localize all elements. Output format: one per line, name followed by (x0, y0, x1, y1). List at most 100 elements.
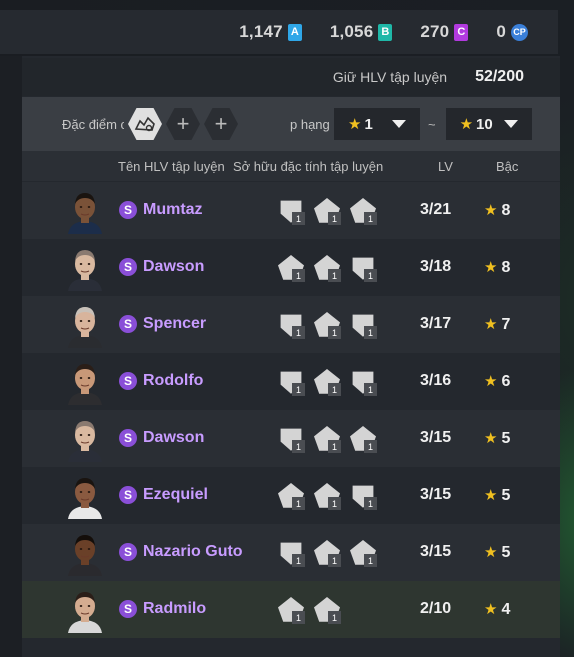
trait-item[interactable]: 1 (278, 538, 314, 568)
star-icon: ★ (484, 544, 498, 561)
add-trait-filter-button-2[interactable]: + (204, 108, 238, 140)
currency-item: 270 C (420, 22, 469, 42)
left-strip (0, 56, 22, 657)
coach-level: 3/15 (420, 429, 452, 446)
rarity-badge: S (119, 201, 137, 219)
coach-tier: ★ 7 (484, 315, 510, 334)
coach-name[interactable]: Dawson (143, 258, 204, 276)
rarity-badge: S (119, 600, 137, 618)
tier-value: 7 (501, 316, 511, 333)
trait-item[interactable]: 1 (314, 253, 350, 283)
rarity-badge: S (119, 429, 137, 447)
currency-value: 1,056 (329, 22, 374, 41)
coach-name[interactable]: Rodolfo (143, 372, 203, 390)
trait-item[interactable]: 1 (350, 481, 386, 511)
trait-item[interactable]: 1 (314, 196, 350, 226)
star-icon: ★ (484, 316, 498, 333)
coach-row[interactable]: S Dawson 1 1 1 3/18 ★ 8 (22, 239, 560, 296)
trait-item[interactable]: 1 (350, 310, 386, 340)
trait-item[interactable]: 1 (314, 595, 350, 625)
trait-level: 1 (292, 212, 305, 225)
trait-item[interactable]: 1 (350, 196, 386, 226)
holding-row: Giữ HLV tập luyện 52/200 (22, 58, 560, 96)
currency-badge-icon: B (378, 23, 393, 41)
rarity-badge: S (119, 258, 137, 276)
coach-row[interactable]: S Ezequiel 1 1 1 3/15 ★ 5 (22, 467, 560, 524)
trait-item[interactable]: 1 (278, 424, 314, 454)
trait-level: 1 (328, 611, 341, 624)
add-trait-filter-button-1[interactable]: + (166, 108, 200, 140)
trait-list: 1 1 1 (278, 481, 386, 511)
header-traits[interactable]: Sở hữu đặc tính tập luyện (233, 159, 383, 174)
trait-item[interactable]: 1 (314, 481, 350, 511)
trait-level: 1 (328, 497, 341, 510)
coach-row[interactable]: S Mumtaz 1 1 1 3/21 ★ 8 (22, 182, 560, 239)
trait-list: 1 1 1 (278, 310, 386, 340)
coach-name[interactable]: Ezequiel (143, 486, 208, 504)
tier-value: 5 (501, 544, 511, 561)
trait-item[interactable]: 1 (278, 367, 314, 397)
trait-list: 1 1 1 (278, 424, 386, 454)
trait-level: 1 (364, 212, 377, 225)
currency-value: 270 (420, 22, 450, 41)
avatar (66, 247, 104, 291)
trait-item[interactable]: 1 (350, 367, 386, 397)
coach-level: 3/16 (420, 372, 452, 389)
rank-max-select[interactable]: ★ 10 (445, 108, 532, 140)
avatar (66, 475, 104, 519)
currency-item: 0 CP (496, 22, 528, 42)
rank-min-select[interactable]: ★ 1 (334, 108, 420, 140)
header-tier[interactable]: Bậc (496, 159, 518, 174)
trait-list: 1 1 1 (278, 253, 386, 283)
holding-label: Giữ HLV tập luyện (332, 69, 448, 85)
rarity-badge: S (119, 486, 137, 504)
coach-row[interactable]: S Radmilo 1 1 2/10 ★ 4 (22, 581, 560, 638)
trait-item[interactable]: 1 (278, 253, 314, 283)
trait-level: 1 (364, 383, 377, 396)
trait-level: 1 (328, 383, 341, 396)
tier-value: 5 (501, 430, 511, 447)
coach-row[interactable]: S Rodolfo 1 1 1 3/16 ★ 6 (22, 353, 560, 410)
trait-item[interactable]: 1 (314, 538, 350, 568)
currency-item: 1,056 B (330, 22, 393, 42)
coach-name[interactable]: Radmilo (143, 600, 206, 618)
chevron-down-icon (392, 120, 406, 128)
coach-row[interactable]: S Nazario Guto 1 1 1 3/15 ★ 5 (22, 524, 560, 581)
trait-level: 1 (292, 554, 305, 567)
header-name[interactable]: Tên HLV tập luyện (118, 159, 225, 174)
tier-value: 4 (501, 601, 511, 618)
star-icon: ★ (484, 373, 498, 390)
trait-level: 1 (292, 383, 305, 396)
coach-name[interactable]: Spencer (143, 315, 206, 333)
coach-tier: ★ 8 (484, 258, 510, 277)
avatar (66, 361, 104, 405)
trait-item[interactable]: 1 (350, 538, 386, 568)
trait-item[interactable]: 1 (314, 367, 350, 397)
trait-item[interactable]: 1 (278, 310, 314, 340)
header-lv[interactable]: LV (438, 159, 453, 174)
coach-name[interactable]: Mumtaz (143, 201, 203, 219)
coach-row[interactable]: S Spencer 1 1 1 3/17 ★ 7 (22, 296, 560, 353)
trait-item[interactable]: 1 (350, 424, 386, 454)
trait-item[interactable]: 1 (350, 253, 386, 283)
star-icon: ★ (484, 487, 498, 504)
coach-level: 3/18 (420, 258, 452, 275)
rank-max-value: 10 (476, 115, 493, 133)
trait-item[interactable]: 1 (278, 595, 314, 625)
trait-item[interactable]: 1 (314, 424, 350, 454)
trait-filter-selected[interactable] (128, 108, 162, 140)
trait-item[interactable]: 1 (278, 481, 314, 511)
coach-level: 3/21 (420, 201, 452, 218)
trait-list: 11 (278, 595, 350, 625)
trait-item[interactable]: 1 (278, 196, 314, 226)
coach-row[interactable]: S Dawson 1 1 1 3/15 ★ 5 (22, 410, 560, 467)
trait-item[interactable]: 1 (314, 310, 350, 340)
coach-level: 3/15 (420, 486, 452, 503)
rarity-badge: S (119, 372, 137, 390)
trait-level: 1 (328, 554, 341, 567)
trait-level: 1 (292, 497, 305, 510)
currency-badge-icon: CP (511, 23, 528, 41)
coach-name[interactable]: Nazario Guto (143, 543, 243, 561)
table-header: Tên HLV tập luyện Sở hữu đặc tính tập lu… (22, 151, 560, 181)
coach-name[interactable]: Dawson (143, 429, 204, 447)
